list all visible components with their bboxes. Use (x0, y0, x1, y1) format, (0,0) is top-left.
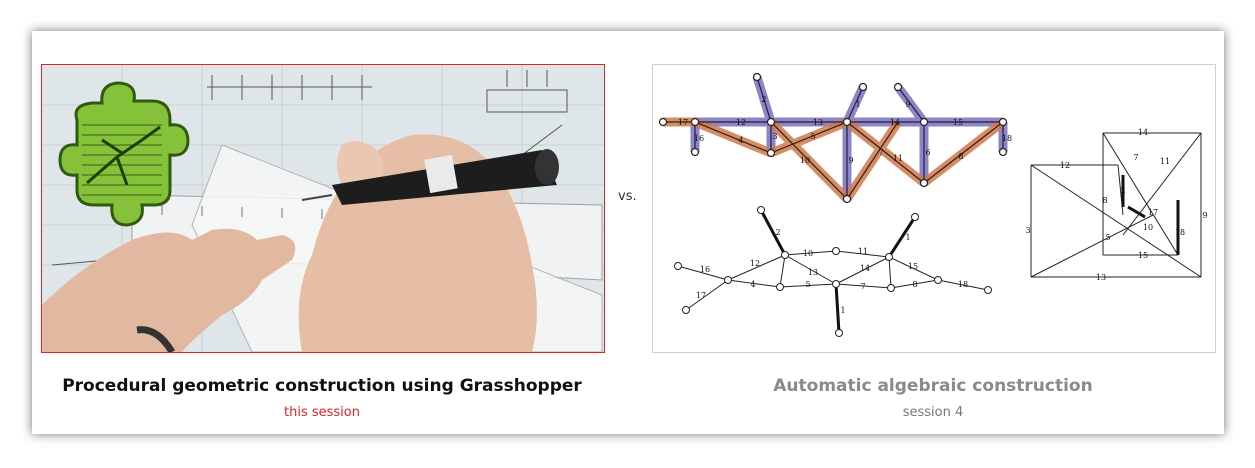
svg-text:5: 5 (810, 132, 815, 141)
svg-text:9: 9 (1202, 211, 1207, 220)
svg-text:3: 3 (772, 132, 777, 141)
svg-text:8: 8 (958, 152, 963, 161)
svg-text:1: 1 (905, 233, 910, 242)
reciprocal-force-diagram: 14 9 13 3 12 15 2 17 18 11 7 5 10 8 (1025, 128, 1207, 282)
truss-force-diagram: 17 12 13 14 15 16 18 3 2 1 9 9 6 4 5 10 (658, 72, 1012, 204)
svg-text:3: 3 (1025, 226, 1030, 235)
svg-text:13: 13 (813, 118, 823, 127)
svg-text:15: 15 (1138, 251, 1148, 260)
svg-text:14: 14 (860, 264, 870, 273)
svg-text:2: 2 (775, 228, 780, 237)
svg-text:7: 7 (1133, 153, 1138, 162)
svg-text:18: 18 (1175, 228, 1185, 237)
vs-label: vs. (618, 189, 637, 204)
svg-text:18: 18 (958, 280, 968, 289)
svg-text:5: 5 (805, 280, 810, 289)
svg-text:7: 7 (860, 282, 865, 291)
svg-text:10: 10 (1143, 223, 1153, 232)
svg-text:9: 9 (905, 100, 910, 109)
left-caption-subtitle: this session (284, 405, 360, 420)
truss-form-graph: 16 17 12 4 10 5 13 11 7 14 15 8 18 2 1 1 (674, 206, 992, 337)
svg-text:12: 12 (736, 118, 746, 127)
svg-text:5: 5 (1105, 233, 1110, 242)
svg-text:10: 10 (800, 156, 810, 165)
svg-text:11: 11 (1160, 157, 1170, 166)
svg-text:16: 16 (700, 265, 710, 274)
svg-text:2: 2 (761, 95, 766, 104)
svg-text:13: 13 (1096, 273, 1106, 282)
svg-text:18: 18 (1002, 134, 1012, 143)
svg-text:4: 4 (750, 280, 755, 289)
svg-text:4: 4 (738, 136, 743, 145)
svg-text:12: 12 (750, 259, 760, 268)
right-caption-title: Automatic algebraic construction (773, 376, 1093, 396)
svg-text:6: 6 (925, 148, 930, 157)
svg-text:10: 10 (803, 249, 813, 258)
svg-text:15: 15 (908, 262, 918, 271)
svg-text:13: 13 (808, 268, 818, 277)
svg-text:11: 11 (893, 154, 903, 163)
algebraic-construction-diagram: 17 12 13 14 15 16 18 3 2 1 9 9 6 4 5 10 (652, 64, 1216, 353)
svg-text:12: 12 (1060, 161, 1070, 170)
left-caption-title: Procedural geometric construction using … (62, 376, 582, 396)
svg-text:11: 11 (858, 247, 868, 256)
svg-text:16: 16 (694, 134, 704, 143)
grasshopper-drawing-image (41, 64, 605, 353)
svg-text:9: 9 (848, 156, 853, 165)
svg-text:17: 17 (696, 291, 706, 300)
svg-text:14: 14 (1138, 128, 1148, 137)
svg-text:2: 2 (1120, 186, 1125, 195)
right-caption-subtitle: session 4 (902, 405, 964, 420)
slide-card: vs. 17 12 13 14 15 16 18 3 2 1 9 9 6 4 5… (32, 31, 1224, 434)
svg-text:7: 7 (878, 148, 883, 157)
svg-text:8: 8 (1102, 196, 1107, 205)
svg-text:17: 17 (678, 118, 688, 127)
svg-text:1: 1 (855, 100, 860, 109)
svg-text:8: 8 (912, 280, 917, 289)
svg-text:17: 17 (1148, 208, 1158, 217)
svg-text:14: 14 (890, 118, 900, 127)
svg-text:1: 1 (840, 306, 845, 315)
svg-text:15: 15 (953, 118, 963, 127)
